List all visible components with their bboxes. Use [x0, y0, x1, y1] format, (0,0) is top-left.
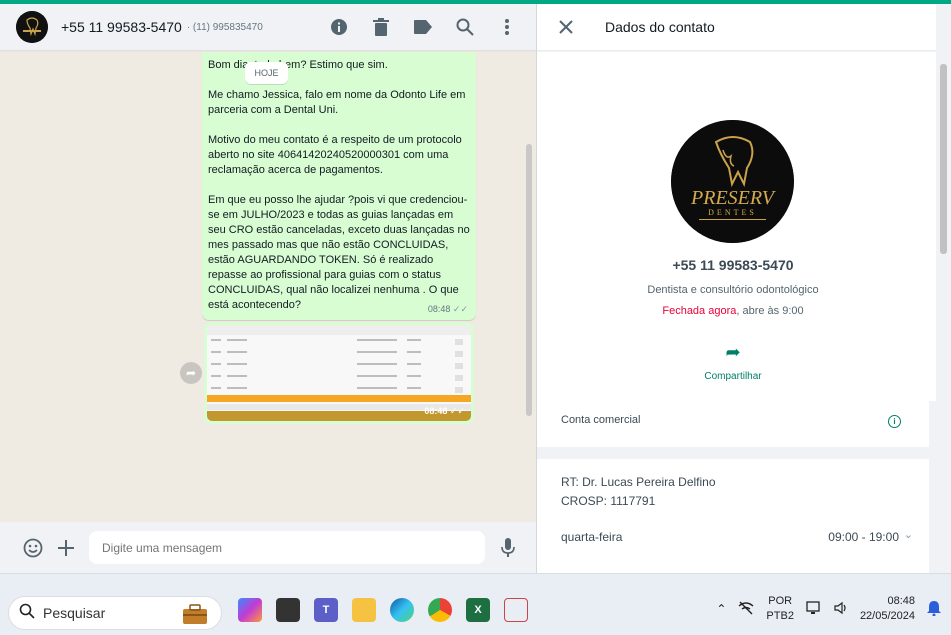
crosp-line: CROSP: 1117791 [561, 494, 656, 508]
trash-icon[interactable] [368, 14, 394, 40]
panel-scrollbar-track [936, 4, 951, 573]
display-icon[interactable] [806, 600, 822, 618]
taskbar-apps: T X [238, 598, 528, 622]
lang-bottom: PTB2 [766, 610, 794, 622]
windows-taskbar: Pesquisar T X ⌃ POR PTB2 08:48 22/05/202… [0, 573, 951, 635]
date-divider: HOJE [245, 62, 288, 84]
menu-dots-icon[interactable] [494, 14, 520, 40]
business-about: RT: Dr. Lucas Pereira Delfino CROSP: 111… [561, 473, 716, 511]
taskbar-search[interactable]: Pesquisar [8, 596, 222, 630]
hours-range[interactable]: 09:00 - 19:00 [828, 530, 899, 544]
search-icon [19, 603, 35, 624]
network-off-icon[interactable] [738, 601, 754, 618]
incoming-message-bubble[interactable]: Bom dia, tudo bem? Estimo que sim. Me ch… [202, 52, 476, 320]
contact-description: Dentista e consultório odontológico [647, 284, 819, 296]
label-icon[interactable] [410, 14, 436, 40]
contact-name[interactable]: +55 11 99583-5470 [61, 19, 182, 35]
image-message-bubble[interactable]: 08:48 ✓✓ [204, 322, 474, 424]
info-circle-icon[interactable]: i [888, 415, 901, 428]
chat-body[interactable]: Bom dia, tudo bem? Estimo que sim. Me ch… [0, 52, 536, 522]
preserv-logo-small [16, 11, 48, 43]
contact-panel-title: Dados do contato [605, 19, 715, 35]
contact-phone: +55 11 99583-5470 [672, 257, 794, 273]
double-check-icon: ✓✓ [452, 304, 468, 314]
search-label: Pesquisar [43, 605, 106, 621]
message-input[interactable] [89, 531, 485, 564]
forward-icon[interactable]: ➦ [180, 362, 202, 384]
image-time: 08:48 ✓✓ [424, 406, 465, 416]
microphone-icon[interactable] [495, 535, 521, 561]
clock-time: 08:48 [887, 595, 915, 607]
whatsapp-window: +55 11 99583-5470 · (11) 995835470 Bom d… [0, 0, 951, 573]
excel-icon[interactable]: X [466, 598, 490, 622]
logo-subtext: DENTES [708, 208, 757, 217]
snipping-tool-icon[interactable] [504, 598, 528, 622]
contact-profile-section: PRESERV DENTES +55 11 99583-5470 Dentist… [537, 52, 936, 401]
share-button[interactable]: ➦ Compartilhar [687, 342, 779, 382]
contact-sub: · (11) 995835470 [186, 21, 263, 33]
copilot-icon[interactable] [238, 598, 262, 622]
teams-icon[interactable]: T [314, 598, 338, 622]
message-time: 08:48 ✓✓ [428, 302, 468, 317]
contact-panel-header: Dados do contato [537, 4, 936, 51]
business-account-label: Conta comercial [561, 414, 641, 426]
business-info-section: RT: Dr. Lucas Pereira Delfino CROSP: 111… [537, 459, 929, 573]
search-icon[interactable] [452, 14, 478, 40]
chat-header[interactable]: +55 11 99583-5470 · (11) 995835470 [0, 4, 536, 51]
share-arrow-icon: ➦ [725, 342, 741, 362]
chevron-down-icon[interactable]: ⌄ [904, 528, 913, 541]
hours-day[interactable]: quarta-feira [561, 530, 622, 544]
business-account-row[interactable]: Conta comercial i [537, 401, 929, 447]
chevron-up-icon[interactable]: ⌃ [716, 602, 726, 616]
briefcase-icon [181, 603, 209, 630]
lang-top: POR [768, 595, 793, 607]
info-icon[interactable] [326, 14, 352, 40]
image-time-text: 08:48 [424, 406, 448, 416]
closed-now-label: Fechada agora [662, 305, 737, 317]
volume-icon[interactable] [834, 601, 848, 618]
chrome-icon[interactable] [428, 598, 452, 622]
rt-line: RT: Dr. Lucas Pereira Delfino [561, 475, 716, 489]
preserv-logo: PRESERV DENTES [671, 120, 794, 243]
message-paragraph: Em que eu posso lhe ajudar ?pois vi que … [208, 194, 470, 311]
emoji-icon[interactable] [20, 535, 46, 561]
share-label: Compartilhar [704, 371, 762, 382]
logo-text: PRESERV [690, 187, 777, 209]
opens-at-label: , abre às 9:00 [736, 305, 804, 317]
message-paragraph: Me chamo Jessica, falo em nome da Odonto… [208, 89, 466, 116]
clock[interactable]: 08:48 22/05/2024 [860, 594, 915, 624]
notification-bell-icon[interactable] [927, 600, 941, 619]
panel-scrollbar-thumb[interactable] [940, 64, 947, 254]
close-icon[interactable] [553, 14, 579, 40]
message-paragraph: Motivo do meu contato é a respeito de um… [208, 134, 462, 176]
file-explorer-icon[interactable] [352, 598, 376, 622]
contact-avatar[interactable] [16, 11, 48, 43]
contact-info-panel: Dados do contato PRESERV DENTES +55 11 9… [536, 4, 936, 573]
attach-plus-icon[interactable] [53, 535, 79, 561]
language-indicator[interactable]: POR PTB2 [766, 594, 794, 624]
message-time-text: 08:48 [427, 304, 451, 314]
contact-profile-photo[interactable]: PRESERV DENTES [671, 120, 794, 243]
message-composer [0, 522, 536, 573]
system-tray: ⌃ POR PTB2 08:48 22/05/2024 [716, 594, 941, 624]
business-hours-status: Fechada agora, abre às 9:00 [537, 305, 929, 317]
clock-date: 22/05/2024 [859, 610, 915, 622]
screenshot-thumbnail[interactable]: 08:48 ✓✓ [207, 325, 471, 421]
task-view-icon[interactable] [276, 598, 300, 622]
chat-scrollbar[interactable] [526, 144, 532, 416]
edge-icon[interactable] [390, 598, 414, 622]
